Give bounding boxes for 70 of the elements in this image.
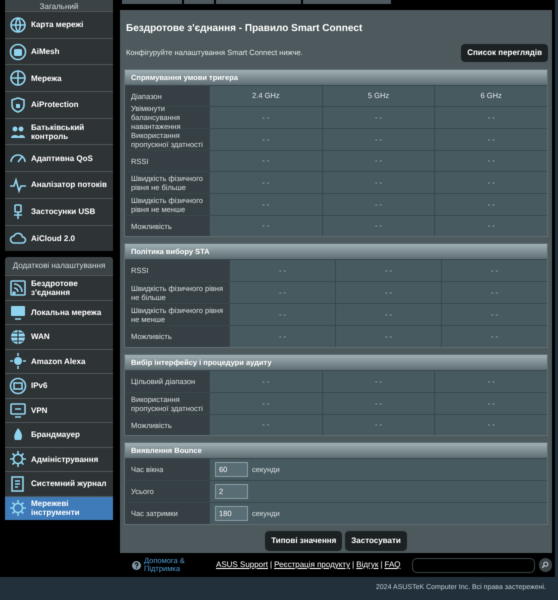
separator: | (270, 559, 272, 571)
sidebar-item[interactable]: Брандмауер (5, 422, 113, 447)
sidebar-label: Мережа (31, 74, 62, 83)
sidebar-item[interactable]: AiCloud 2.0 (5, 224, 113, 252)
tab[interactable] (303, 0, 391, 4)
sidebar-item[interactable]: Карта мережі (5, 11, 113, 38)
sidebar-item[interactable]: Застосунки USB (5, 198, 113, 224)
sidebar-label: VPN (31, 406, 48, 415)
tab[interactable] (216, 0, 301, 4)
sidebar-label: AiMesh (31, 47, 60, 56)
gear-icon (9, 450, 27, 468)
sidebar-label: AiProtection (31, 100, 79, 110)
footer-link[interactable]: Відгук (356, 559, 378, 571)
sidebar-item[interactable]: Батьківський контроль (5, 118, 113, 144)
sidebar-item[interactable]: AiMesh (5, 38, 113, 64)
sidebar-item[interactable]: Amazon Alexa (5, 348, 113, 374)
sidebar-label: WAN (31, 332, 50, 342)
action-button[interactable]: Типові значення (265, 531, 342, 551)
sidebar-label: Карта мережі (31, 20, 84, 30)
page-title: Бездротове з'єднання - Правило Smart Connect (126, 22, 362, 36)
sidebar-label: IPv6 (31, 381, 48, 390)
search-field[interactable] (412, 558, 535, 572)
sidebar-item[interactable]: Системний журнал (5, 471, 113, 496)
sidebar-item[interactable]: Мережеві інструменти (5, 496, 113, 520)
sidebar-item[interactable]: AiProtection (5, 91, 113, 118)
sidebar-label: Брандмауер (31, 430, 80, 440)
globe-icon (9, 69, 27, 88)
tab[interactable] (184, 0, 214, 4)
sidebar-label: Бездротове з'єднання (31, 278, 79, 297)
footer-link[interactable]: Реєстрація продукту (274, 559, 350, 571)
monitor-icon (9, 401, 27, 420)
sidebar-item[interactable]: Адміністрування (5, 446, 113, 472)
sidebar-label: Адаптивна QoS (31, 154, 93, 163)
tab[interactable] (122, 0, 182, 4)
sidebar-label: Amazon Alexa (31, 356, 86, 366)
sidebar-label: Мережеві інструменти (31, 499, 81, 518)
sidebar-label: Застосунки USB (31, 207, 96, 216)
gear-icon (9, 499, 27, 518)
sidebar-item[interactable]: Локальна мережа (5, 300, 113, 324)
footer-link[interactable]: ASUS Support (216, 559, 268, 571)
sidebar-label: Адміністрування (31, 454, 98, 464)
view-list-button[interactable]: Список переглядів (461, 44, 548, 62)
sidebar-label: AiCloud 2.0 (31, 234, 76, 243)
sidebar-item[interactable]: VPN (5, 398, 113, 422)
action-button[interactable]: Застосувати (345, 531, 407, 551)
help-icon (132, 560, 141, 570)
shield-icon (9, 96, 27, 114)
sidebar-item[interactable]: Аналізатор потоків (5, 171, 113, 198)
search-icon (541, 561, 550, 569)
section-header: Додаткові налаштування (5, 257, 113, 276)
sidebar-label: Системний журнал (31, 479, 106, 488)
sidebar-item[interactable]: Мережа (5, 64, 113, 92)
section-header: Загальний (5, 0, 113, 11)
sidebar-label: Локальна мережа (31, 308, 102, 317)
document-icon (9, 474, 27, 493)
pulse-icon (9, 176, 27, 194)
sidebar-item[interactable]: WAN (5, 324, 113, 349)
footer-link[interactable]: FAQ (384, 559, 401, 571)
globe-icon (9, 328, 27, 346)
monitor-icon (9, 303, 27, 322)
search-button[interactable] (538, 558, 552, 572)
sidebar-item[interactable]: Адаптивна QoS (5, 144, 113, 172)
sidebar-label: Аналізатор потоків (31, 180, 107, 190)
globe-icon (9, 16, 27, 34)
sidebar-item[interactable]: IPv6 (5, 373, 113, 398)
sidebar-item[interactable]: Бездротове з'єднання (5, 275, 113, 300)
separator: | (380, 559, 383, 571)
sidebar-label: Батьківський контроль (31, 122, 86, 141)
wifi-icon (9, 278, 27, 297)
separator: | (352, 559, 354, 571)
